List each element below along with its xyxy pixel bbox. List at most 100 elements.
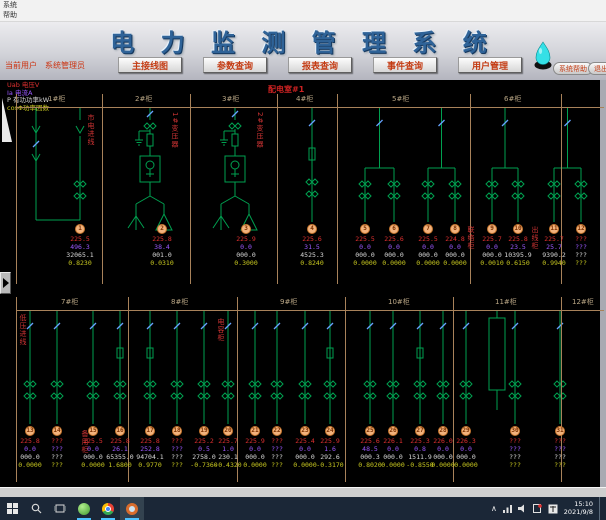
bay-number-badge[interactable]: 9 bbox=[487, 224, 497, 234]
taskbar-app-green[interactable] bbox=[72, 497, 96, 520]
readout-power: 000.0 bbox=[226, 251, 266, 259]
readout-powerfactor: -0.3170 bbox=[310, 461, 350, 469]
readout-current: 496.3 bbox=[60, 243, 100, 251]
bay-readout: 14???????????? bbox=[37, 426, 77, 469]
taskbar-app-chrome[interactable] bbox=[96, 497, 120, 520]
bay-number-badge[interactable]: 8 bbox=[450, 224, 460, 234]
readout-current: ??? bbox=[561, 243, 601, 251]
nav-button-1[interactable]: 主接线图 bbox=[118, 57, 182, 73]
bay-number-badge[interactable]: 5 bbox=[360, 224, 370, 234]
section-label: 3#柜 bbox=[222, 94, 239, 104]
bay-number-badge[interactable]: 14 bbox=[52, 426, 62, 436]
task-view-button[interactable] bbox=[48, 497, 72, 520]
clock-date: 2021/9/8 bbox=[564, 509, 593, 517]
bay-number-badge[interactable]: 1 bbox=[75, 224, 85, 234]
bay-number-badge[interactable]: 2 bbox=[157, 224, 167, 234]
bay-number-badge[interactable]: 15 bbox=[88, 426, 98, 436]
ime-icon[interactable] bbox=[548, 504, 558, 514]
bay-readout: 12???????????? bbox=[561, 224, 601, 267]
search-button[interactable] bbox=[24, 497, 48, 520]
readout-power: 10395.9 bbox=[498, 251, 538, 259]
bay-number-badge[interactable]: 20 bbox=[223, 426, 233, 436]
bus-line bbox=[16, 107, 604, 108]
bay-readout: 4225.631.54525.30.8240 bbox=[292, 224, 332, 267]
readout-powerfactor: ??? bbox=[37, 461, 77, 469]
show-desktop-button[interactable] bbox=[599, 497, 603, 520]
bay-number-badge[interactable]: 29 bbox=[461, 426, 471, 436]
bay-readout: 8224.80.0000.00.0000 bbox=[435, 224, 475, 267]
menu-item-help[interactable]: 帮助 bbox=[0, 10, 606, 20]
diagram-segment bbox=[76, 126, 84, 133]
bay-number-badge[interactable]: 30 bbox=[510, 426, 520, 436]
section-label: 12#柜 bbox=[572, 297, 594, 307]
task-view-icon bbox=[54, 503, 66, 514]
network-icon[interactable] bbox=[503, 504, 512, 513]
section-divider bbox=[102, 94, 103, 284]
bay-number-badge[interactable]: 4 bbox=[307, 224, 317, 234]
bay-number-badge[interactable]: 11 bbox=[549, 224, 559, 234]
section-label: 1#柜 bbox=[48, 94, 65, 104]
menu-item-system[interactable]: 系统 bbox=[0, 0, 606, 10]
bay-number-badge[interactable]: 17 bbox=[145, 426, 155, 436]
section-label: 6#柜 bbox=[504, 94, 521, 104]
readout-voltage: 224.8 bbox=[435, 235, 475, 243]
tray-chevron-icon[interactable]: ∧ bbox=[491, 504, 497, 513]
app-title: 电 力 监 测 管 理 系 统 bbox=[0, 23, 606, 58]
nav-button-4[interactable]: 事件查询 bbox=[373, 57, 437, 73]
bay-number-badge[interactable]: 3 bbox=[241, 224, 251, 234]
taskbar-app-scada-active[interactable] bbox=[120, 497, 144, 520]
feeder-vertical-label: 市电进线 bbox=[86, 114, 96, 146]
bay-readout: 3225.90.0000.00.3000 bbox=[226, 224, 266, 267]
nav-button-3[interactable]: 报表查询 bbox=[288, 57, 352, 73]
scroll-right-button[interactable] bbox=[0, 272, 11, 294]
section-label: 9#柜 bbox=[280, 297, 297, 307]
diagram-box bbox=[489, 318, 505, 390]
chrome-icon bbox=[102, 503, 114, 515]
bay-readout: 30???????????? bbox=[495, 426, 535, 469]
readout-voltage: 225.8 bbox=[498, 235, 538, 243]
readout-current: 31.5 bbox=[292, 243, 332, 251]
exit-button[interactable]: 退出 bbox=[588, 62, 606, 75]
notification-badge-icon[interactable] bbox=[533, 504, 542, 513]
screen: 系统 帮助 电 力 监 测 管 理 系 统 当前用户 系统管理员 主接线图参数查… bbox=[0, 0, 606, 520]
nav-button-2[interactable]: 参数查询 bbox=[203, 57, 267, 73]
nav-button-5[interactable]: 用户管理 bbox=[458, 57, 522, 73]
readout-current: 38.4 bbox=[142, 243, 182, 251]
main-nav: 主接线图 参数查询 报表查询 事件查询 用户管理 bbox=[118, 57, 522, 73]
scada-canvas: Uab 电压VIa 电流AP 有功功率kWcosΦ功率因数 配电室#1 1#柜2… bbox=[0, 80, 606, 487]
help-button[interactable]: 系统帮助 bbox=[553, 62, 593, 75]
readout-powerfactor: 0.8240 bbox=[292, 259, 332, 267]
bay-number-badge[interactable]: 23 bbox=[300, 426, 310, 436]
bay-number-badge[interactable]: 13 bbox=[25, 426, 35, 436]
taskbar: ∧ 15:10 2021/9/8 bbox=[0, 497, 606, 520]
start-button[interactable] bbox=[0, 497, 24, 520]
bay-number-badge[interactable]: 7 bbox=[423, 224, 433, 234]
readout-voltage: 226.3 bbox=[446, 437, 486, 445]
bay-number-badge[interactable]: 6 bbox=[389, 224, 399, 234]
bay-number-badge[interactable]: 31 bbox=[555, 426, 565, 436]
bay-readout: 10225.823.510395.90.6150 bbox=[498, 224, 538, 267]
bay-number-badge[interactable]: 24 bbox=[325, 426, 335, 436]
bay-number-badge[interactable]: 10 bbox=[513, 224, 523, 234]
taskbar-clock[interactable]: 15:10 2021/9/8 bbox=[564, 501, 593, 516]
section-divider bbox=[16, 94, 17, 284]
green-app-icon bbox=[78, 503, 90, 515]
section-label: 8#柜 bbox=[171, 297, 188, 307]
readout-powerfactor: ??? bbox=[540, 461, 580, 469]
readout-powerfactor: 0.0310 bbox=[142, 259, 182, 267]
bay-number-badge[interactable]: 26 bbox=[388, 426, 398, 436]
page-back-arrow-icon[interactable] bbox=[0, 92, 14, 152]
system-tray: ∧ 15:10 2021/9/8 bbox=[491, 497, 606, 520]
readout-voltage: ??? bbox=[561, 235, 601, 243]
bay-number-badge[interactable]: 22 bbox=[272, 426, 282, 436]
right-triangle-icon bbox=[3, 278, 9, 288]
bay-number-badge[interactable]: 18 bbox=[172, 426, 182, 436]
readout-power: 32065.1 bbox=[60, 251, 100, 259]
bay-number-badge[interactable]: 16 bbox=[115, 426, 125, 436]
diagram-segment bbox=[136, 196, 150, 204]
readout-current: 1.6 bbox=[310, 445, 350, 453]
volume-icon[interactable] bbox=[518, 504, 527, 513]
bay-number-badge[interactable]: 12 bbox=[576, 224, 586, 234]
readout-current: ??? bbox=[540, 445, 580, 453]
bay-readout: 2225.838.4001.00.0310 bbox=[142, 224, 182, 267]
